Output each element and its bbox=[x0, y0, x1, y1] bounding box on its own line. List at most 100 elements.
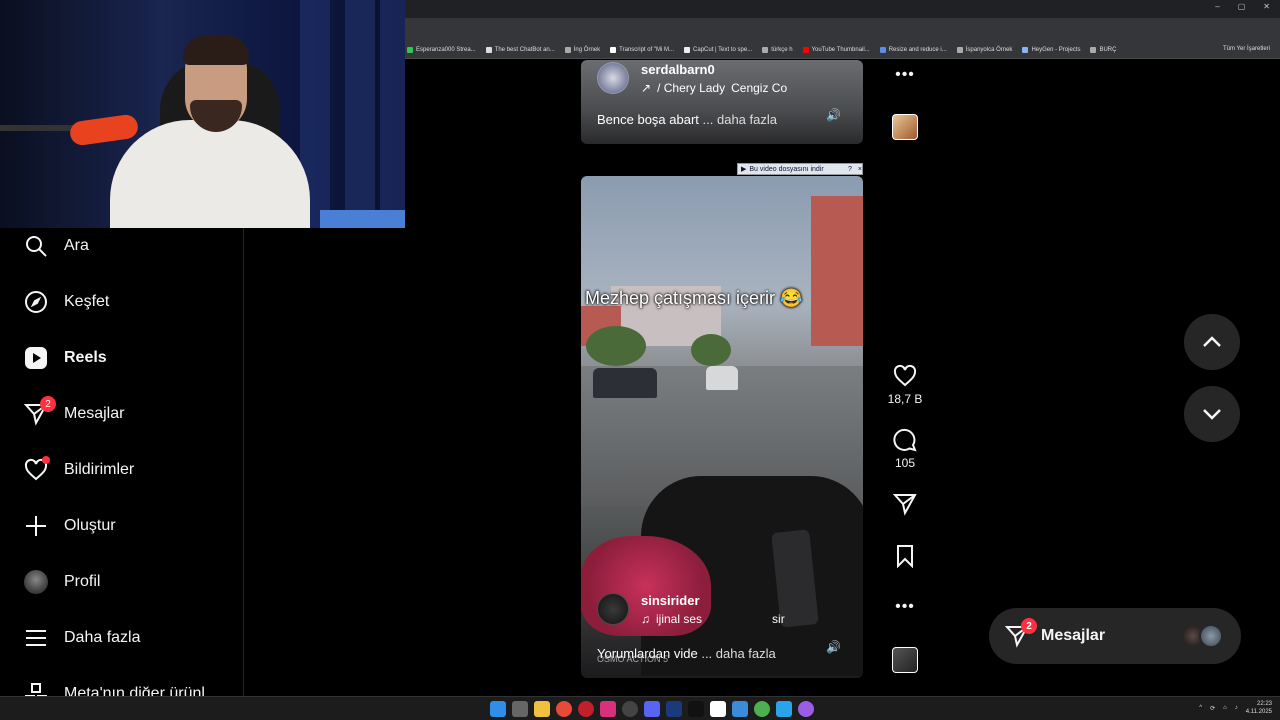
minimize-button[interactable]: – bbox=[1215, 2, 1219, 11]
reel-card-previous[interactable]: serdalbarn0 ↗ / Chery Lady Cengiz Co Ben… bbox=[581, 60, 863, 144]
instagram-icon[interactable] bbox=[600, 701, 616, 717]
bookmark-item[interactable]: CapCut | Text to spe... bbox=[684, 47, 752, 53]
more-link[interactable]: ... daha fazla bbox=[701, 646, 775, 661]
reel-audio[interactable]: ↗ / Chery Lady Cengiz Co bbox=[641, 81, 787, 95]
avatar bbox=[1199, 624, 1223, 648]
compass-icon bbox=[24, 290, 48, 314]
windows-start-icon[interactable] bbox=[490, 701, 506, 717]
bookmark-item[interactable]: HeyGen - Projects bbox=[1022, 47, 1080, 53]
notification-badge: 2 bbox=[40, 396, 56, 412]
obs-icon[interactable] bbox=[622, 701, 638, 717]
reel-caption: Bence boşa abart ... daha fazla bbox=[597, 112, 777, 127]
heart-icon bbox=[893, 364, 917, 387]
folder-icon bbox=[762, 47, 769, 53]
avatar bbox=[24, 570, 48, 594]
close-banner-button[interactable]: × bbox=[858, 166, 862, 173]
bookmark-icon bbox=[897, 545, 913, 568]
audio-thumbnail[interactable] bbox=[892, 647, 918, 673]
save-button[interactable] bbox=[885, 544, 925, 568]
bookmark-item[interactable]: The best ChatBot an... bbox=[485, 47, 555, 53]
bookmark-item[interactable]: YouTube Thumbnail... bbox=[802, 47, 870, 53]
more-options-icon[interactable]: ••• bbox=[885, 598, 925, 616]
reel-card-current[interactable]: Mezhep çatışması içerir 😂 sinsirider ♫ i… bbox=[581, 176, 863, 678]
sidebar-item-label: Oluştur bbox=[64, 517, 116, 534]
discord-icon[interactable] bbox=[644, 701, 660, 717]
telegram-icon[interactable] bbox=[776, 701, 792, 717]
like-count: 18,7 B bbox=[887, 392, 923, 406]
bookmark-folder[interactable]: İng Örnek bbox=[564, 47, 600, 53]
next-reel-button[interactable] bbox=[1184, 386, 1240, 442]
network-icon[interactable]: ⌂ bbox=[1223, 705, 1227, 711]
scenery bbox=[811, 196, 863, 346]
avatar[interactable] bbox=[597, 593, 629, 625]
youtube-icon bbox=[802, 47, 809, 53]
bookmark-item[interactable]: Esperanza000 Strea... bbox=[407, 47, 476, 53]
sidebar-item-messages[interactable]: 2 Mesajlar bbox=[24, 396, 124, 426]
bookmark-folder[interactable]: BURÇ bbox=[1090, 47, 1116, 53]
bookmark-icon bbox=[485, 47, 492, 53]
plus-icon bbox=[24, 514, 48, 538]
volume-icon[interactable]: 🔊 bbox=[826, 108, 841, 122]
bookmark-folder[interactable]: İspanyolca Örnek bbox=[956, 47, 1012, 53]
app-icon[interactable] bbox=[732, 701, 748, 717]
reel-username[interactable]: serdalbarn0 bbox=[641, 62, 787, 77]
reel-username[interactable]: sinsirider bbox=[641, 593, 785, 608]
app-icon[interactable] bbox=[798, 701, 814, 717]
video-download-banner[interactable]: ▶ Bu video dosyasını indir ? × bbox=[737, 163, 863, 175]
maximize-button[interactable]: ▢ bbox=[1238, 2, 1246, 11]
notification-dot bbox=[42, 456, 50, 464]
clock[interactable]: 22:23 4.11.2025 bbox=[1246, 700, 1272, 716]
share-button[interactable] bbox=[885, 492, 925, 516]
bookmark-item[interactable]: Transcript of "Mi M... bbox=[610, 47, 674, 53]
more-options-icon[interactable]: ••• bbox=[885, 66, 925, 84]
bookmark-icon bbox=[610, 47, 617, 53]
chevron-up-icon[interactable]: ^ bbox=[1199, 705, 1202, 711]
sync-icon[interactable]: ⟳ bbox=[1210, 705, 1215, 712]
sidebar-item-notifications[interactable]: Bildirimler bbox=[24, 456, 134, 482]
sidebar-item-create[interactable]: Oluştur bbox=[24, 514, 116, 538]
close-window-button[interactable]: ✕ bbox=[1263, 2, 1270, 11]
messenger-icon: 2 bbox=[1004, 618, 1037, 648]
bookmark-item[interactable]: Resize and reduce i... bbox=[879, 47, 947, 53]
heart-icon bbox=[24, 456, 50, 482]
sidebar-item-label: Reels bbox=[64, 349, 107, 366]
reel-overlay-text: Mezhep çatışması içerir 😂 bbox=[585, 288, 803, 308]
sidebar-item-search[interactable]: Ara bbox=[24, 234, 89, 258]
taskbar-apps bbox=[490, 701, 814, 717]
messages-pill[interactable]: 2 Mesajlar bbox=[989, 608, 1241, 664]
audio-thumbnail[interactable] bbox=[892, 114, 918, 140]
sidebar-item-more[interactable]: Daha fazla bbox=[24, 626, 141, 650]
all-bookmarks-button[interactable]: Tüm Yer İşaretleri bbox=[1223, 46, 1270, 52]
volume-icon[interactable]: 🔊 bbox=[826, 640, 841, 654]
chrome-icon[interactable] bbox=[556, 701, 572, 717]
sidebar-item-explore[interactable]: Keşfet bbox=[24, 290, 109, 314]
bookmark-icon bbox=[407, 47, 413, 53]
bookmark-folder[interactable]: türkçe h bbox=[762, 47, 793, 53]
opera-icon[interactable] bbox=[578, 701, 594, 717]
reel-audio[interactable]: ♫ ijinal ses sir bbox=[641, 612, 785, 626]
avatar[interactable] bbox=[597, 62, 629, 94]
play-icon: ▶ bbox=[741, 166, 747, 173]
sidebar-item-label: Keşfet bbox=[64, 293, 110, 310]
sidebar-item-label: Profil bbox=[64, 573, 101, 590]
tiktok-icon[interactable] bbox=[688, 701, 704, 717]
search-icon bbox=[24, 234, 48, 258]
photoshop-icon[interactable] bbox=[666, 701, 682, 717]
capcut-icon[interactable] bbox=[710, 701, 726, 717]
browser-toolbar: ⊡ ⌕ ☆ ◈ ⧉ ● ⋮ bbox=[405, 18, 1280, 52]
file-explorer-icon[interactable] bbox=[534, 701, 550, 717]
help-button[interactable]: ? bbox=[845, 166, 855, 173]
folder-icon bbox=[564, 47, 571, 53]
system-tray: ^ ⟳ ⌂ ♪ 22:23 4.11.2025 bbox=[1199, 700, 1272, 716]
task-view-icon[interactable] bbox=[512, 701, 528, 717]
sidebar-item-reels[interactable]: Reels bbox=[24, 346, 107, 370]
chrome-icon[interactable] bbox=[754, 701, 770, 717]
comment-button[interactable]: 105 bbox=[885, 428, 925, 470]
sidebar-item-profile[interactable]: Profil bbox=[24, 570, 100, 594]
more-link[interactable]: ... daha fazla bbox=[703, 112, 777, 127]
folder-icon bbox=[1090, 47, 1097, 53]
volume-icon[interactable]: ♪ bbox=[1235, 705, 1238, 711]
previous-reel-button[interactable] bbox=[1184, 314, 1240, 370]
message-avatars bbox=[1181, 624, 1223, 648]
like-button[interactable]: 18,7 B bbox=[885, 364, 925, 406]
